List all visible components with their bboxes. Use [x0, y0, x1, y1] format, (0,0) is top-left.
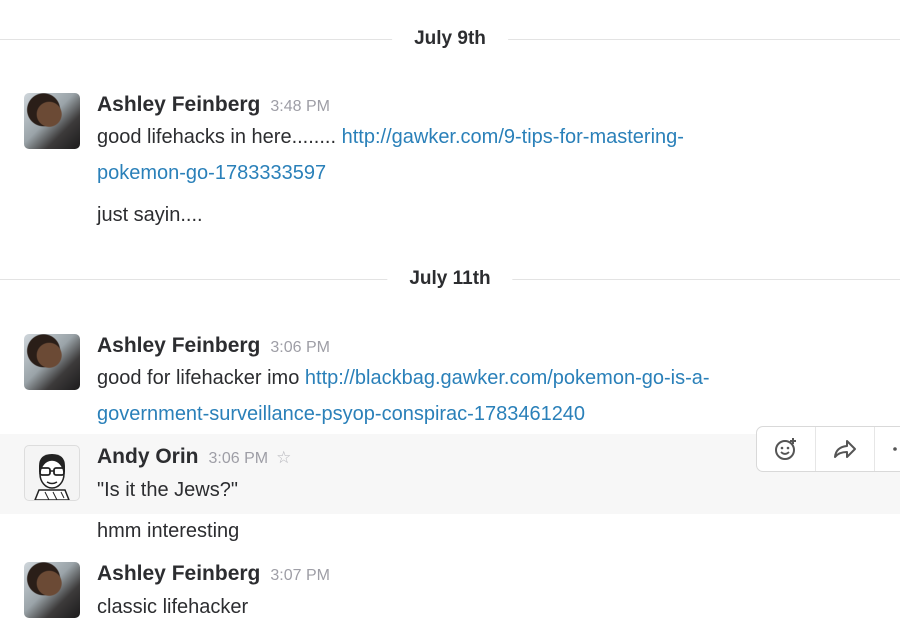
date-divider-label: July 11th: [387, 268, 513, 290]
more-actions-icon: [893, 447, 897, 451]
message-link[interactable]: http://blackbag.gawker.com/pokemon-go-is…: [305, 367, 710, 389]
message-author[interactable]: Ashley Feinberg 3:06 PM: [97, 334, 330, 358]
author-name[interactable]: Ashley Feinberg: [97, 93, 260, 116]
avatar[interactable]: [24, 562, 80, 618]
message-body: good for lifehacker imo: [97, 367, 300, 389]
date-divider: July 11th: [0, 264, 900, 294]
author-name[interactable]: Ashley Feinberg: [97, 562, 260, 585]
message-author[interactable]: Andy Orin 3:06 PM ☆: [97, 445, 291, 469]
star-icon[interactable]: ☆: [276, 448, 291, 467]
message-timestamp[interactable]: 3:07 PM: [270, 567, 330, 584]
avatar[interactable]: [24, 93, 80, 149]
message-followup: just sayin....: [97, 204, 203, 226]
message-timestamp[interactable]: 3:06 PM: [270, 339, 330, 356]
message-author[interactable]: Ashley Feinberg 3:07 PM: [97, 562, 330, 586]
more-actions-button[interactable]: [875, 427, 900, 471]
message-actions-toolbar: [756, 426, 900, 472]
date-divider: July 9th: [0, 24, 900, 54]
author-name[interactable]: Ashley Feinberg: [97, 334, 260, 357]
message-author[interactable]: Ashley Feinberg 3:48 PM: [97, 93, 330, 117]
share-message-button[interactable]: [816, 427, 875, 471]
add-reaction-icon: [775, 438, 796, 460]
share-icon: [834, 440, 856, 458]
message-body: good lifehacks in here........: [97, 126, 337, 148]
message-body: classic lifehacker: [97, 596, 249, 618]
message-link-continued[interactable]: pokemon-go-1783333597: [97, 162, 326, 184]
author-name[interactable]: Andy Orin: [97, 445, 199, 468]
message-text: good lifehacks in here........ http://ga…: [97, 119, 887, 191]
cartoon-avatar-icon: [34, 454, 70, 500]
message-body: "Is it the Jews?": [97, 479, 238, 501]
message-timestamp[interactable]: 3:06 PM: [209, 450, 269, 467]
message-link-continued[interactable]: government-surveillance-psyop-conspirac-…: [97, 403, 585, 425]
avatar[interactable]: [24, 445, 80, 501]
message-link[interactable]: http://gawker.com/9-tips-for-mastering-: [342, 126, 684, 148]
message-text: good for lifehacker imo http://blackbag.…: [97, 360, 887, 432]
avatar[interactable]: [24, 334, 80, 390]
message-followup: hmm interesting: [97, 520, 240, 542]
date-divider-label: July 9th: [392, 28, 508, 50]
add-reaction-button[interactable]: [757, 427, 816, 471]
message-timestamp[interactable]: 3:48 PM: [270, 98, 330, 115]
